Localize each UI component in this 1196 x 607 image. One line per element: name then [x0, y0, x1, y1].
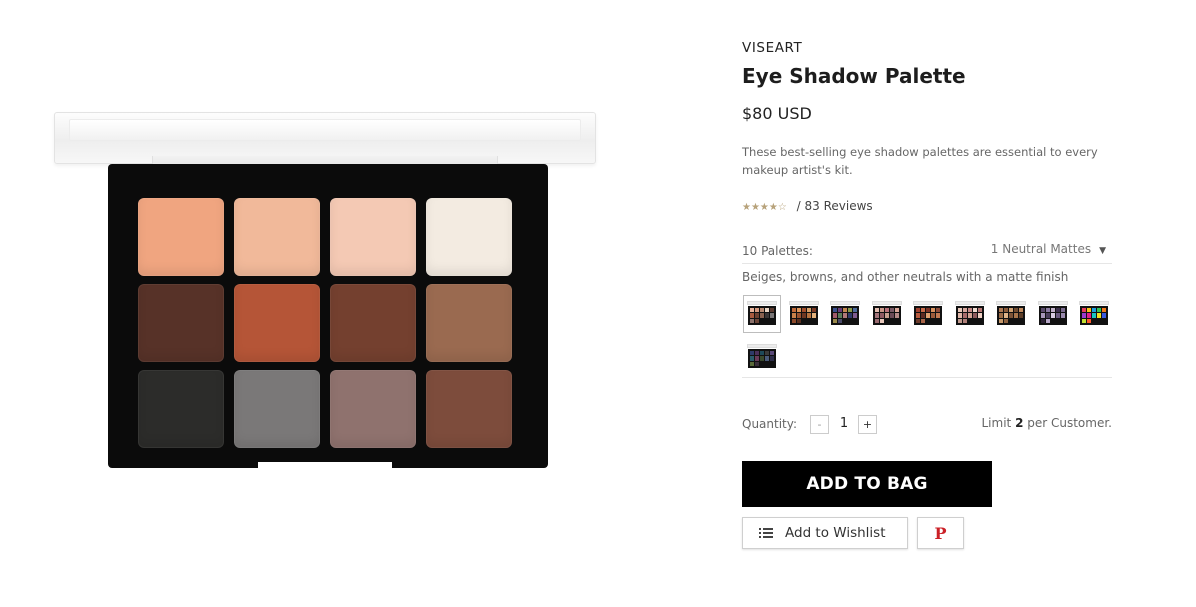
chevron-down-icon: ▼	[1099, 246, 1106, 256]
eyeshadow-pan	[426, 284, 512, 362]
variant-dropdown-value: 1 Neutral Mattes	[990, 242, 1092, 256]
palette-thumbnail-icon	[747, 344, 777, 370]
add-to-bag-button[interactable]: ADD TO BAG	[742, 461, 992, 507]
eyeshadow-pan	[330, 284, 416, 362]
palette-thumbnail-icon	[788, 301, 819, 327]
variant-swatch[interactable]	[826, 295, 864, 333]
eyeshadow-pan	[138, 370, 224, 448]
palette-thumbnail-icon	[1037, 301, 1068, 327]
eyeshadow-pan	[330, 198, 416, 276]
variant-swatch[interactable]	[1075, 295, 1113, 333]
quantity-increment-button[interactable]: +	[858, 415, 877, 434]
variant-swatch[interactable]	[868, 295, 906, 333]
palette-lid-window	[69, 119, 581, 141]
variant-swatch[interactable]	[743, 338, 781, 376]
product-description: These best-selling eye shadow palettes a…	[742, 145, 1098, 177]
pinterest-share-button[interactable]: P	[917, 517, 964, 549]
variant-description: Beiges, browns, and other neutrals with …	[742, 270, 1069, 284]
eyeshadow-pan	[138, 284, 224, 362]
eyeshadow-pan	[138, 198, 224, 276]
eyeshadow-pan	[234, 370, 320, 448]
purchase-limit-text: Limit 2 per Customer.	[982, 416, 1113, 430]
eyeshadow-pan	[234, 198, 320, 276]
rating-stars-icon: ★★★★☆	[742, 202, 787, 213]
eyeshadow-pan	[234, 284, 320, 362]
quantity-label: Quantity:	[742, 417, 798, 431]
palette-thumbnail-icon	[747, 301, 777, 327]
variant-swatch[interactable]	[909, 295, 947, 333]
product-image	[54, 112, 596, 470]
product-title: Eye Shadow Palette	[742, 64, 966, 88]
limit-suffix: per Customer.	[1023, 416, 1112, 430]
variant-dropdown[interactable]: 1 Neutral Mattes ▼	[991, 242, 1106, 256]
variant-swatches	[742, 294, 1112, 378]
wishlist-label: Add to Wishlist	[785, 525, 886, 541]
variant-label: 10 Palettes:	[742, 244, 813, 258]
quantity-decrement-button[interactable]: -	[810, 415, 829, 434]
pinterest-icon: P	[934, 523, 947, 543]
variant-swatch[interactable]	[951, 295, 989, 333]
variant-swatch[interactable]	[992, 295, 1030, 333]
eyeshadow-pans	[138, 198, 514, 448]
brand-name: VISEART	[742, 40, 803, 56]
limit-prefix: Limit	[981, 416, 1016, 430]
palette-thumbnail-icon	[1079, 301, 1109, 327]
variant-selector-row: 10 Palettes: 1 Neutral Mattes ▼	[742, 236, 1112, 264]
reviews-link[interactable]: / 83 Reviews	[797, 199, 873, 213]
palette-thumbnail-icon	[954, 301, 985, 327]
palette-thumbnail-icon	[996, 301, 1026, 327]
quantity-row: Quantity: - 1 + Limit 2 per Customer.	[742, 412, 1112, 436]
quantity-value[interactable]: 1	[838, 416, 850, 431]
variant-swatch[interactable]	[785, 295, 823, 333]
add-to-wishlist-button[interactable]: Add to Wishlist	[742, 517, 908, 549]
palette-thumbnail-icon	[913, 301, 943, 327]
rating-summary[interactable]: ★★★★☆ / 83 Reviews	[742, 199, 873, 213]
variant-swatch[interactable]	[743, 295, 781, 333]
eyeshadow-pan	[426, 198, 512, 276]
eyeshadow-pan	[330, 370, 416, 448]
product-price: $80 USD	[742, 104, 812, 123]
palette-thumbnail-icon	[871, 301, 902, 327]
palette-case-notch	[258, 462, 392, 470]
eyeshadow-pan	[426, 370, 512, 448]
palette-thumbnail-icon	[830, 301, 860, 327]
variant-swatch[interactable]	[1034, 295, 1072, 333]
list-icon	[759, 527, 773, 539]
